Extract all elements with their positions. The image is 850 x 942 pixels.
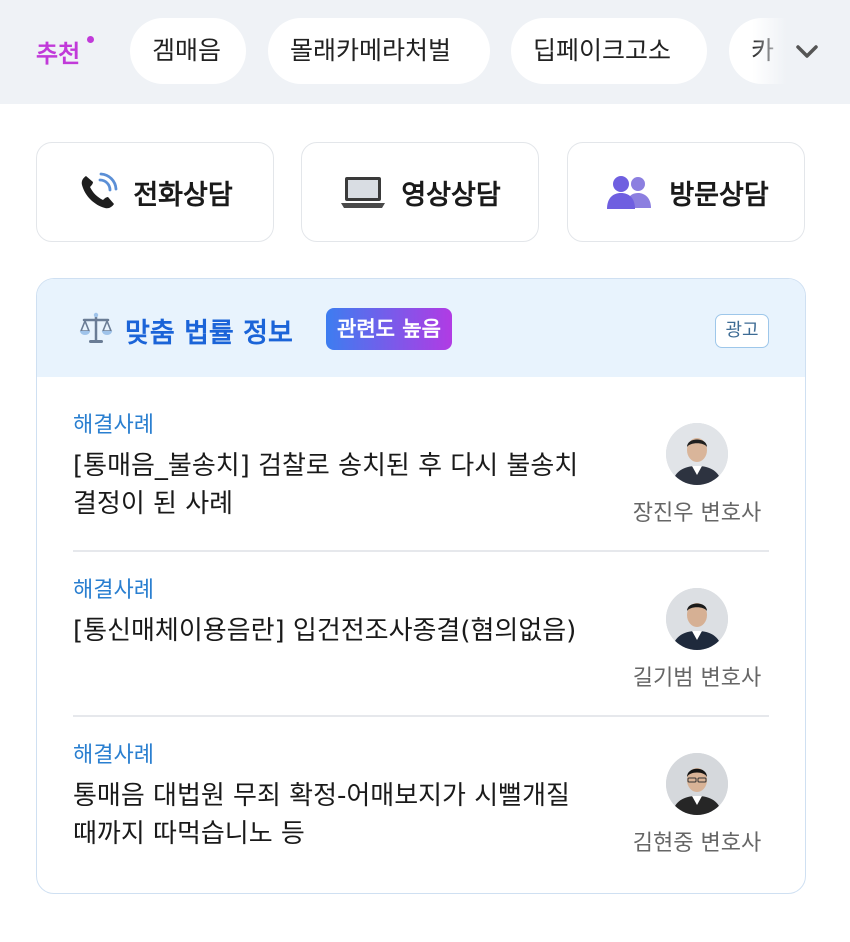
case-list-item[interactable]: 해결사례 [통신매체이용음란] 입건전조사종결(혐의없음) 길기범 변호사: [73, 572, 769, 712]
case-list-item[interactable]: 해결사례 [통매음_불송치] 검찰로 송치된 후 다시 불송치 결정이 된 사례…: [73, 407, 769, 547]
lawyer-photo-icon: [666, 753, 728, 815]
divider: [73, 715, 769, 717]
visit-consult-button[interactable]: 방문상담: [567, 142, 805, 242]
tag-chip[interactable]: 딥페이크고소: [511, 18, 707, 84]
lawyer-name: 길기범 변호사: [632, 666, 762, 691]
tag-chip[interactable]: 몰래카메라처벌: [268, 18, 490, 84]
keyword-tag-bar: 추천 겜매음 몰래카메라처벌 딥페이크고소 카: [0, 0, 850, 104]
legal-info-header: 맞춤 법률 정보 관련도 높음 광고: [37, 279, 805, 377]
tag-chip[interactable]: 겜매음: [130, 18, 246, 84]
avatar: [666, 423, 728, 485]
phone-consult-button[interactable]: 전화상담: [36, 142, 274, 242]
chevron-down-icon[interactable]: [793, 38, 821, 66]
people-icon: [607, 176, 652, 209]
video-consult-button[interactable]: 영상상담: [301, 142, 539, 242]
lawyer-name: 김현중 변호사: [632, 831, 762, 856]
video-consult-label: 영상상담: [401, 179, 501, 211]
legal-info-card: 맞춤 법률 정보 관련도 높음 광고 해결사례 [통매음_불송치] 검찰로 송치…: [36, 278, 806, 894]
lawyer-name: 장진우 변호사: [632, 501, 762, 526]
recommend-label: 추천: [36, 40, 81, 68]
avatar: [666, 588, 728, 650]
divider: [73, 550, 769, 552]
avatar: [666, 753, 728, 815]
case-title: 통매음 대법원 무죄 확정-어매보지가 시뻘개질때까지 따먹습니노 등: [73, 781, 570, 849]
relevance-badge: 관련도 높음: [326, 308, 452, 350]
lawyer-photo-icon: [666, 423, 728, 485]
phone-consult-label: 전화상담: [133, 179, 233, 211]
ad-badge[interactable]: 광고: [715, 314, 769, 348]
laptop-icon: [341, 177, 386, 208]
case-title: [통신매체이용음란] 입건전조사종결(혐의없음): [73, 616, 577, 646]
case-category: 해결사례: [73, 578, 154, 603]
case-title: [통매음_불송치] 검찰로 송치된 후 다시 불송치 결정이 된 사례: [73, 451, 579, 519]
case-list-item[interactable]: 해결사례 통매음 대법원 무죄 확정-어매보지가 시뻘개질때까지 따먹습니노 등…: [73, 737, 769, 877]
case-category: 해결사례: [73, 413, 154, 438]
visit-consult-label: 방문상담: [669, 179, 769, 211]
case-category: 해결사례: [73, 743, 154, 768]
phone-icon: [82, 172, 118, 209]
scale-icon: [79, 312, 113, 343]
legal-info-title: 맞춤 법률 정보: [125, 318, 293, 349]
recommend-dot: [87, 36, 94, 43]
lawyer-photo-icon: [666, 588, 728, 650]
